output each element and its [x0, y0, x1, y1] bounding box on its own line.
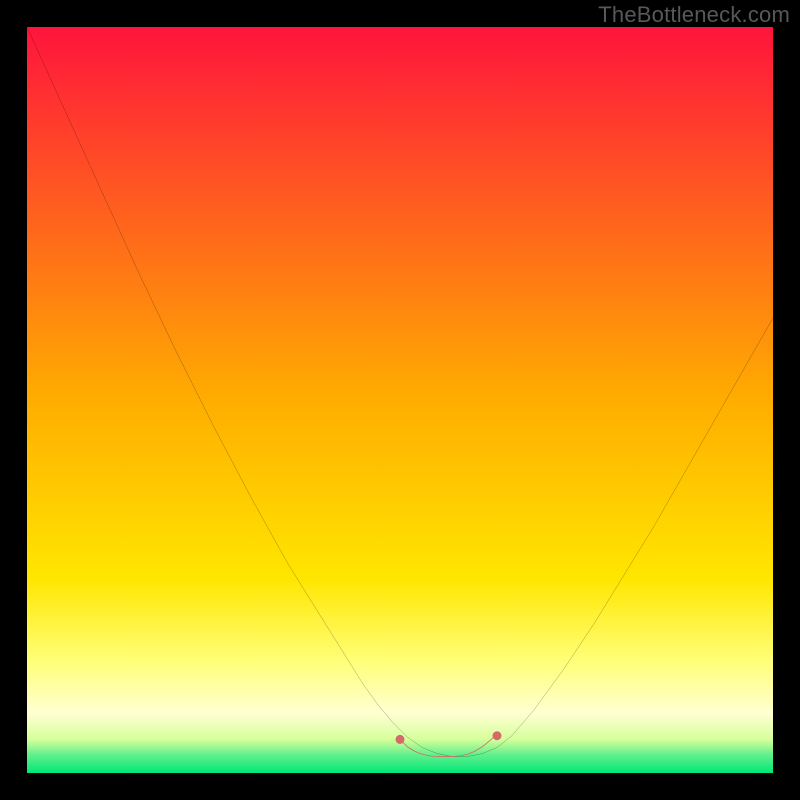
bottleneck-chart — [27, 27, 773, 773]
chart-frame: TheBottleneck.com — [0, 0, 800, 800]
dot-left — [396, 735, 405, 744]
gradient-background — [27, 27, 773, 773]
dot-right — [492, 731, 501, 740]
watermark-text: TheBottleneck.com — [598, 2, 790, 28]
